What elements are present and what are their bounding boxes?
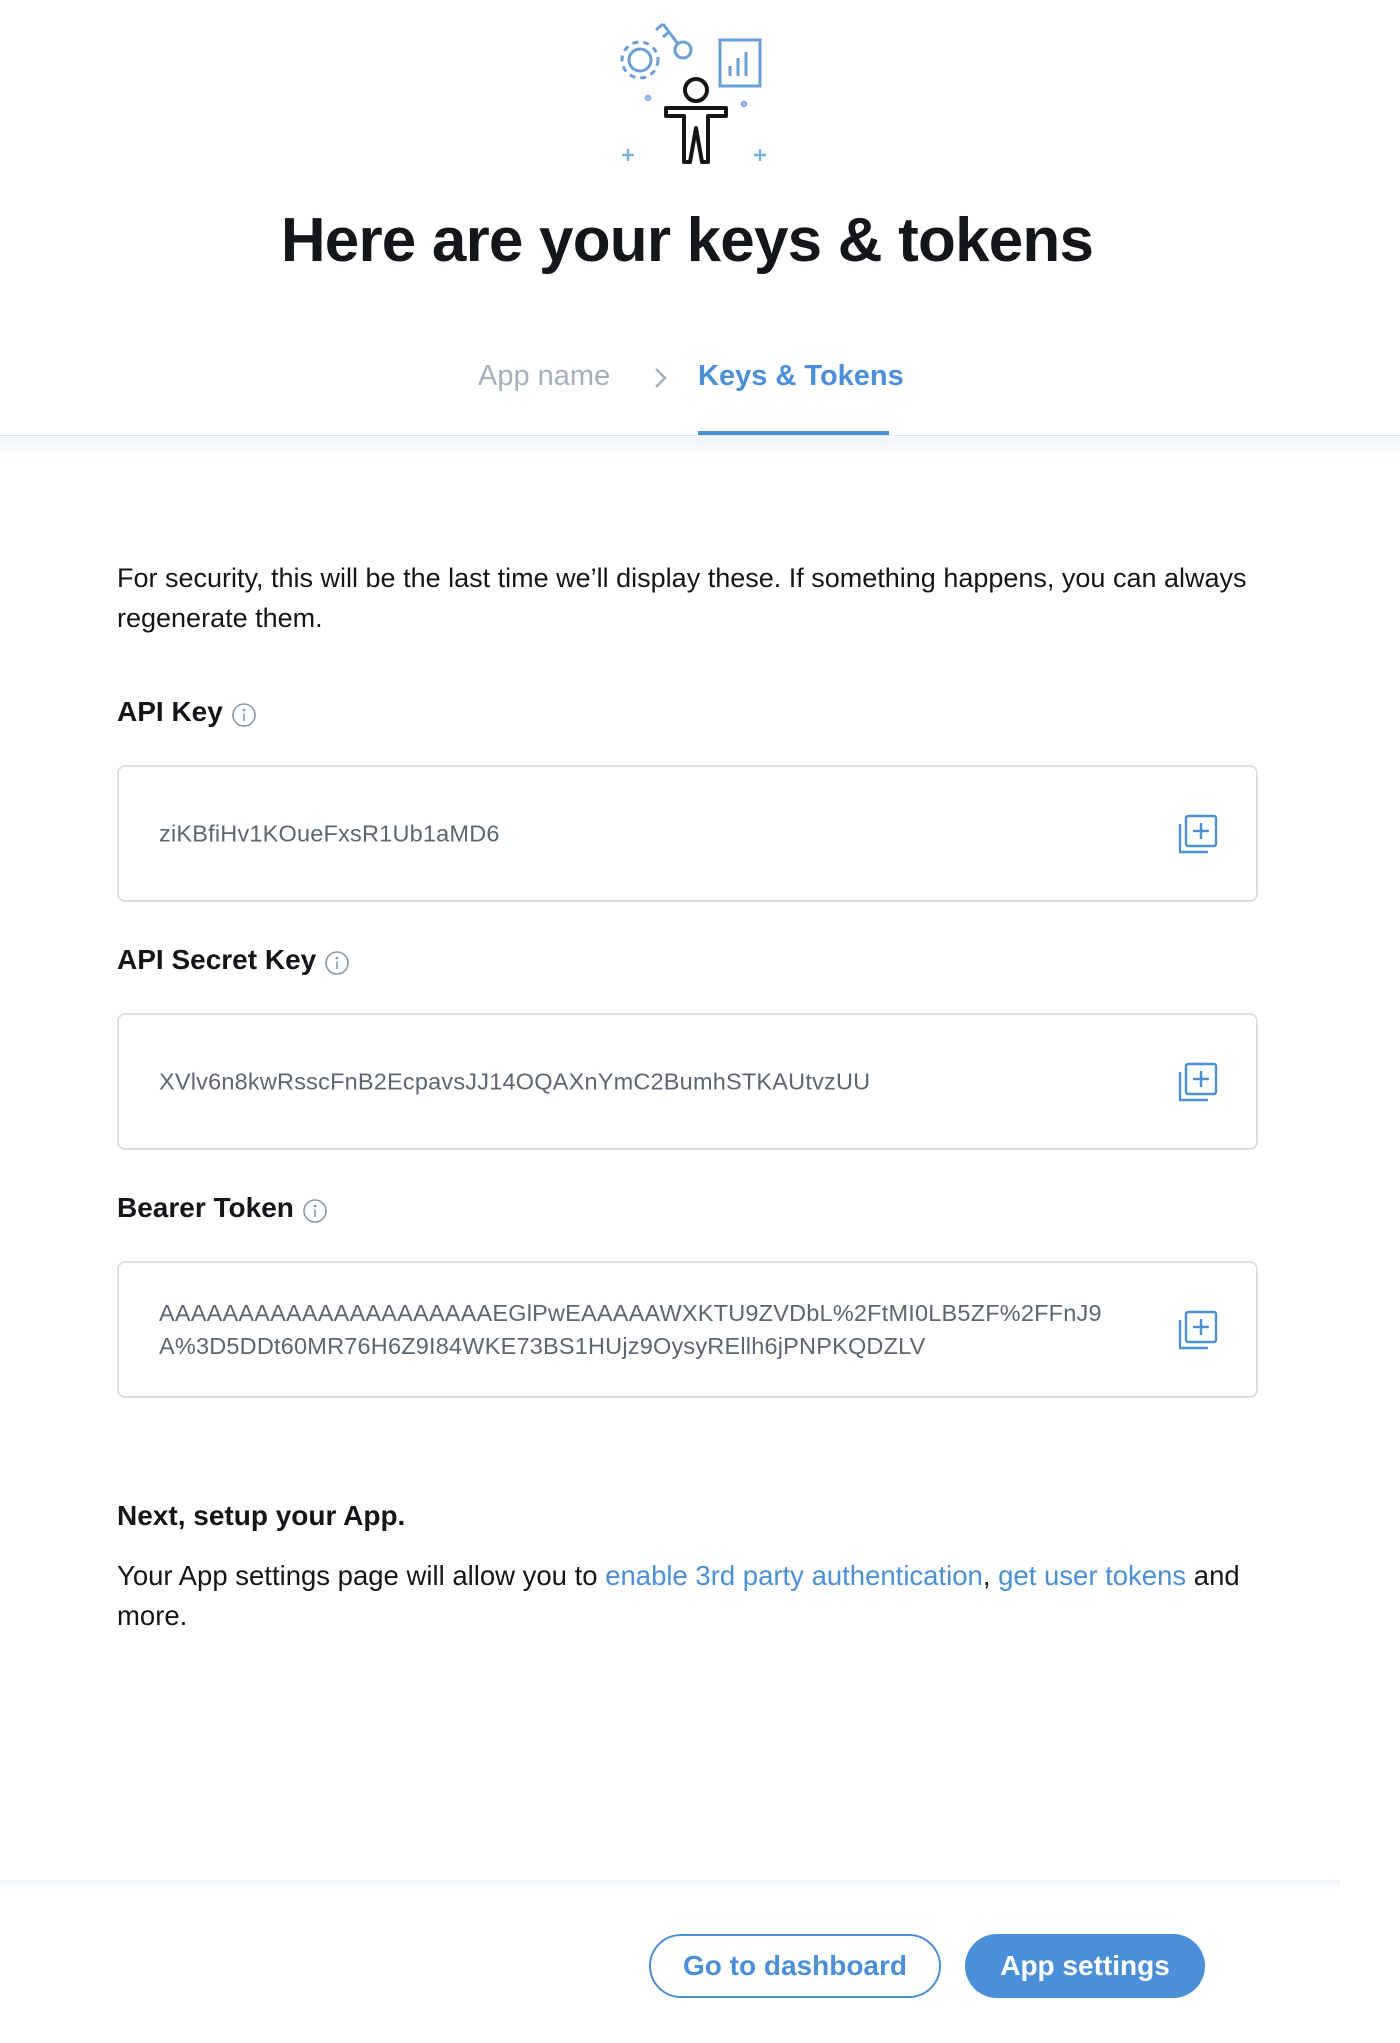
enable-3rd-party-auth-link[interactable]: enable 3rd party authentication — [605, 1560, 983, 1591]
api-secret-key-field[interactable]: XVlv6n8kwRsscFnB2EcpavsJJ14OQAXnYmC2Bumh… — [117, 1013, 1258, 1150]
app-settings-button[interactable]: App settings — [965, 1934, 1205, 1998]
api-key-label-text: API Key — [117, 696, 223, 727]
active-step-underline — [698, 431, 889, 435]
api-key-label: API Key — [117, 696, 257, 728]
header-shadow — [0, 437, 1400, 459]
developer-illustration-icon — [620, 22, 766, 164]
api-secret-key-value[interactable]: XVlv6n8kwRsscFnB2EcpavsJJ14OQAXnYmC2Bumh… — [159, 1065, 1139, 1098]
next-steps-prefix: Your App settings page will allow you to — [117, 1560, 606, 1591]
copy-api-key-icon[interactable] — [1176, 812, 1220, 856]
header: Here are your keys & tokens App name Key… — [0, 0, 1400, 436]
breadcrumb-keys-tokens[interactable]: Keys & Tokens — [698, 360, 904, 393]
copy-api-secret-key-icon[interactable] — [1176, 1060, 1220, 1104]
info-icon[interactable] — [302, 1198, 328, 1224]
keys-tokens-page: Here are your keys & tokens App name Key… — [0, 0, 1400, 2043]
api-secret-key-label-text: API Secret Key — [117, 944, 317, 975]
get-user-tokens-link[interactable]: get user tokens — [998, 1560, 1186, 1591]
next-steps-title: Next, setup your App. — [117, 1500, 406, 1531]
info-icon[interactable] — [231, 702, 257, 728]
security-notice: For security, this will be the last time… — [117, 563, 1247, 633]
api-key-value[interactable]: ziKBfiHv1KOueFxsR1Ub1aMD6 — [159, 817, 1139, 850]
link-separator: , — [982, 1560, 999, 1591]
bearer-token-label-text: Bearer Token — [117, 1192, 294, 1223]
page-title: Here are your keys & tokens — [280, 206, 1094, 275]
copy-bearer-token-icon[interactable] — [1176, 1308, 1220, 1352]
api-secret-key-label: API Secret Key — [117, 944, 350, 976]
next-steps-body: Your App settings page will allow you to… — [117, 1556, 1297, 1636]
bearer-token-field[interactable]: AAAAAAAAAAAAAAAAAAAAAEGlPwEAAAAAWXKTU9ZV… — [117, 1261, 1258, 1398]
info-icon[interactable] — [324, 950, 350, 976]
footer-divider — [0, 1880, 1340, 1890]
bearer-token-label: Bearer Token — [117, 1192, 328, 1224]
breadcrumb-app-name[interactable]: App name — [478, 360, 610, 393]
breadcrumb: App name Keys & Tokens — [0, 356, 1400, 436]
api-key-field[interactable]: ziKBfiHv1KOueFxsR1Ub1aMD6 — [117, 765, 1258, 902]
bearer-token-value[interactable]: AAAAAAAAAAAAAAAAAAAAAEGlPwEAAAAAWXKTU9ZV… — [159, 1297, 1104, 1363]
go-to-dashboard-button[interactable]: Go to dashboard — [649, 1934, 941, 1998]
chevron-right-icon — [655, 368, 667, 388]
